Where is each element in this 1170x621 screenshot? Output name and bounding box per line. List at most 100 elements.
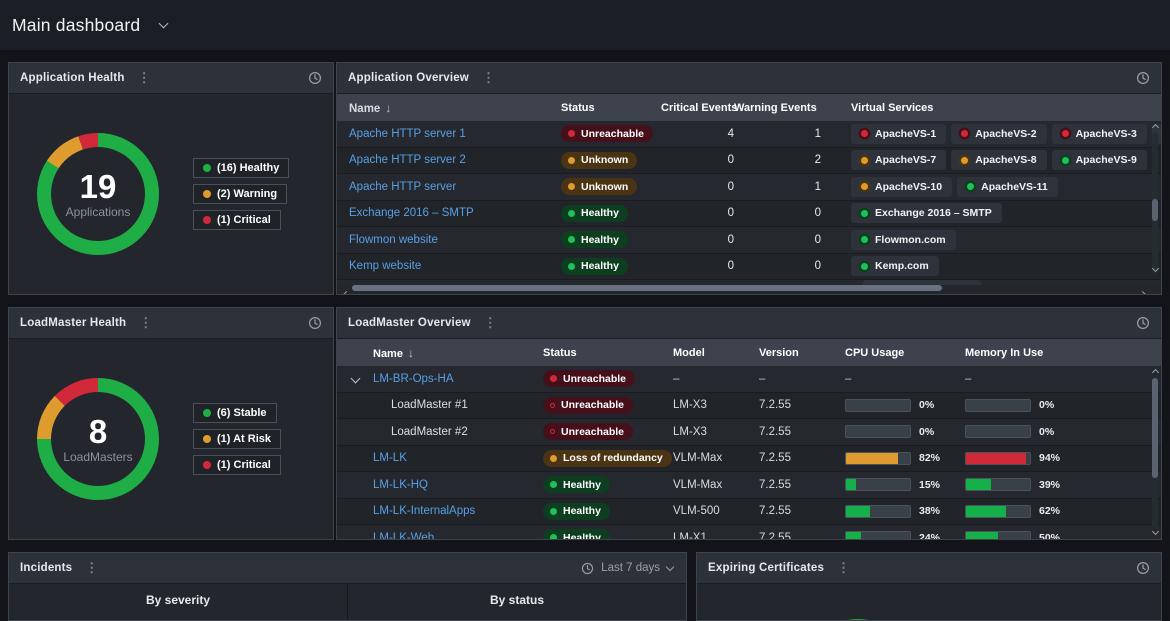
loadmaster-name-link[interactable]: LM-LK <box>373 452 543 464</box>
incidents-section-title[interactable]: By status <box>490 593 544 621</box>
application-name-link[interactable]: Kemp website <box>337 260 561 272</box>
column-header-memory-in-use[interactable]: Memory In Use <box>965 347 1161 359</box>
loadmaster-health-header: LoadMaster Health ⋮ <box>9 308 333 339</box>
application-name-link[interactable]: Exchange 2016 – SMTP <box>337 207 561 219</box>
column-header-status[interactable]: Status <box>543 347 673 359</box>
memory-in-use-cell: 50% <box>965 531 1161 540</box>
virtual-service-chip[interactable]: ApacheVS-3 <box>1052 124 1147 144</box>
application-name-link[interactable]: Apache HTTP server 2 <box>337 154 561 166</box>
virtual-service-chip[interactable]: Kemp.com <box>851 256 939 276</box>
loadmaster-name-link[interactable]: LM-LK-InternalApps <box>373 505 543 517</box>
scroll-down-icon[interactable] <box>1151 529 1159 537</box>
clock-icon[interactable] <box>1136 561 1150 575</box>
kebab-menu-icon[interactable]: ⋮ <box>484 318 497 328</box>
clock-icon[interactable] <box>1136 316 1150 330</box>
status-badge: Healthy <box>543 476 610 493</box>
application-name-link[interactable]: Apache HTTP server <box>337 181 561 193</box>
column-header-model[interactable]: Model <box>673 347 759 359</box>
dashboard-title[interactable]: Main dashboard <box>12 15 140 36</box>
legend-item[interactable]: (1) Critical <box>193 210 281 230</box>
status-dot-icon <box>568 236 575 243</box>
application-name-link[interactable]: Apache HTTP server 1 <box>337 128 561 140</box>
column-header-cpu-usage[interactable]: CPU Usage <box>845 347 965 359</box>
legend-item[interactable]: (6) Stable <box>193 403 277 423</box>
loadmasters-count-label: LoadMasters <box>63 450 132 464</box>
memory-in-use-value: 62% <box>1039 505 1060 517</box>
virtual-service-label: ApacheVS-9 <box>1076 154 1137 166</box>
virtual-services-cell: ApacheVS-1ApacheVS-2ApacheVS-3ApacheVS-4 <box>851 124 1161 144</box>
clock-icon[interactable] <box>308 316 322 330</box>
column-header-status[interactable]: Status <box>561 102 661 114</box>
loadmaster-name-link[interactable]: LM-BR-Ops-HA <box>373 373 543 385</box>
legend-item[interactable]: (1) At Risk <box>193 429 281 449</box>
column-header-critical-events[interactable]: Critical Events <box>661 102 734 114</box>
loadmaster-name-link[interactable]: LM-LK-Web <box>373 532 543 540</box>
panel-title: LoadMaster Health <box>20 317 126 329</box>
column-header-virtual-services[interactable]: Virtual Services <box>851 102 1161 114</box>
status-badge: Loss of redundancy <box>543 450 672 467</box>
status-cell: Unreachable <box>543 370 673 387</box>
row-expander[interactable] <box>337 375 373 382</box>
loadmaster-row: LoadMaster #1UnreachableLM-X37.2.550%0% <box>337 393 1161 420</box>
memory-in-use-cell: – <box>965 373 1161 385</box>
legend-dot-icon <box>203 164 211 172</box>
virtual-service-chip[interactable]: ApacheVS-9 <box>1052 150 1147 170</box>
kebab-menu-icon[interactable]: ⋮ <box>85 563 98 573</box>
scroll-up-icon[interactable] <box>1151 367 1159 375</box>
panel-title: Incidents <box>20 562 72 574</box>
scroll-right-icon[interactable] <box>1140 284 1148 292</box>
application-name-link[interactable]: Flowmon website <box>337 234 561 246</box>
service-status-dot-icon <box>967 183 974 190</box>
panel-title: Application Overview <box>348 72 469 84</box>
horizontal-scrollbar[interactable] <box>338 283 1160 293</box>
application-row: Exchange 2016 – SMTPHealthy00Exchange 20… <box>337 201 1161 228</box>
column-header-version[interactable]: Version <box>759 347 845 359</box>
kebab-menu-icon[interactable]: ⋮ <box>138 73 151 83</box>
dashboard-chevron-down-icon[interactable] <box>159 18 169 28</box>
version-value: 7.2.55 <box>759 426 845 438</box>
service-status-dot-icon <box>861 157 868 164</box>
applications-count-label: Applications <box>66 205 131 219</box>
virtual-service-chip[interactable]: ApacheVS-1 <box>851 124 946 144</box>
virtual-service-chip[interactable]: Exchange 2016 – SMTP <box>851 203 1002 223</box>
scroll-up-icon[interactable] <box>1151 122 1159 130</box>
model-value: LM-X3 <box>673 426 759 438</box>
vertical-scrollbar[interactable] <box>1150 121 1160 286</box>
column-header-warning-events[interactable]: Warning Events <box>734 102 821 114</box>
virtual-service-chip[interactable]: ApacheVS-10 <box>851 177 952 197</box>
legend-item[interactable]: (2) Warning <box>193 184 287 204</box>
loadmaster-name-link[interactable]: LM-LK-HQ <box>373 479 543 491</box>
status-dot-icon <box>550 455 557 462</box>
clock-icon[interactable] <box>308 71 322 85</box>
status-dot-icon <box>550 481 557 488</box>
status-cell: Healthy <box>543 529 673 540</box>
column-header-name[interactable]: Name↓ <box>337 101 561 115</box>
legend-item[interactable]: (1) Critical <box>193 455 281 475</box>
kebab-menu-icon[interactable]: ⋮ <box>837 563 850 573</box>
application-row: Flowmon websiteHealthy00Flowmon.com <box>337 227 1161 254</box>
kebab-menu-icon[interactable]: ⋮ <box>482 73 495 83</box>
kebab-menu-icon[interactable]: ⋮ <box>139 318 152 328</box>
cpu-usage-cell: 0% <box>845 399 965 412</box>
scroll-left-icon[interactable] <box>341 284 349 292</box>
virtual-service-chip[interactable]: ApacheVS-2 <box>951 124 1046 144</box>
application-overview-header: Application Overview ⋮ <box>337 63 1161 94</box>
virtual-service-chip[interactable]: Flowmon.com <box>851 230 956 250</box>
service-status-dot-icon <box>961 130 968 137</box>
status-cell: Healthy <box>543 476 673 493</box>
virtual-service-chip[interactable]: ApacheVS-7 <box>851 150 946 170</box>
status-cell: Healthy <box>561 258 661 275</box>
time-range-dropdown[interactable]: Last 7 days <box>581 562 673 575</box>
legend-item[interactable]: (16) Healthy <box>193 158 289 178</box>
status-dot-icon <box>568 183 575 190</box>
loadmaster-row: LM-LK-HQHealthyVLM-Max7.2.5515%39% <box>337 472 1161 499</box>
memory-in-use-cell: 62% <box>965 505 1161 518</box>
virtual-service-chip[interactable]: ApacheVS-8 <box>951 150 1046 170</box>
clock-icon[interactable] <box>1136 71 1150 85</box>
vertical-scrollbar[interactable] <box>1150 366 1160 540</box>
incidents-section-title[interactable]: By severity <box>146 593 210 621</box>
scroll-down-icon[interactable] <box>1151 266 1159 274</box>
memory-in-use-bar <box>965 531 1031 540</box>
virtual-service-chip[interactable]: ApacheVS-11 <box>957 177 1058 197</box>
column-header-name[interactable]: Name↓ <box>373 346 543 360</box>
